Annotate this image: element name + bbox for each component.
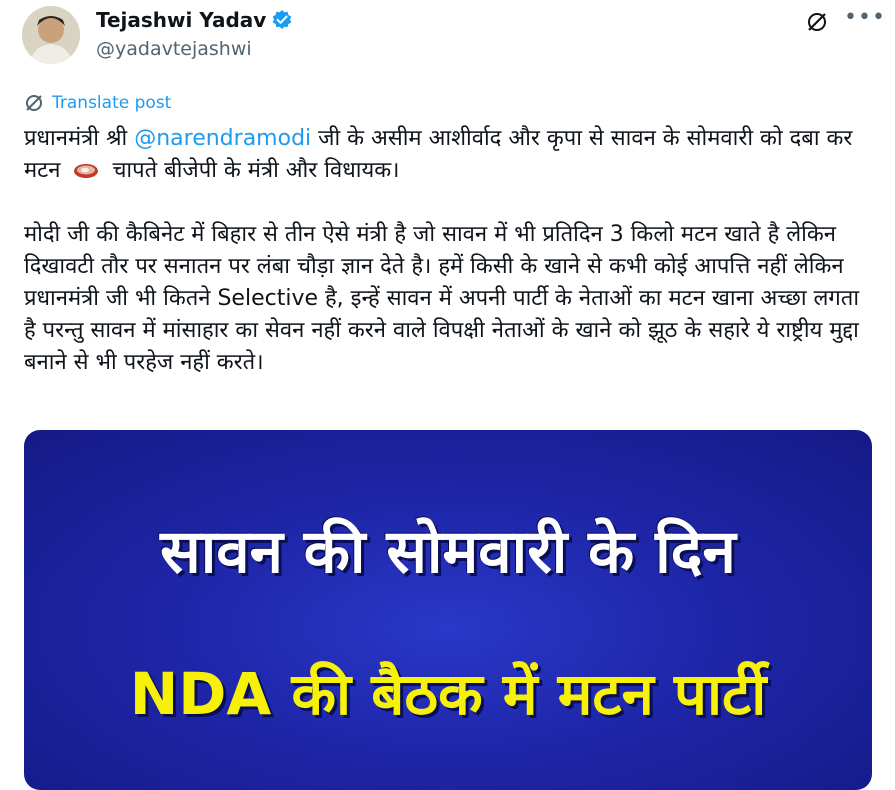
more-icon[interactable]: ••• — [844, 7, 885, 32]
translate-label: Translate post — [52, 93, 172, 113]
image-headline-line1: सावन की सोमवारी के दिन — [160, 517, 736, 587]
tweet-paragraph-2: मोदी जी की कैबिनेट में बिहार से तीन ऐसे … — [24, 222, 860, 375]
tweet-text-part: चापते बीजेपी के मंत्री और विधायक। — [105, 158, 400, 183]
avatar[interactable] — [22, 6, 80, 64]
mention-link[interactable]: @narendramodi — [134, 126, 311, 151]
tweet-text: प्रधानमंत्री श्री @narendramodi जी के अस… — [24, 123, 874, 379]
meat-emoji-icon — [73, 157, 99, 178]
post-header: Tejashwi Yadav @yadavtejashwi ••• — [0, 0, 895, 80]
tweet-paragraph-1: प्रधानमंत्री श्री @narendramodi जी के अस… — [24, 123, 874, 187]
name-row: Tejashwi Yadav — [96, 8, 293, 32]
display-name[interactable]: Tejashwi Yadav — [96, 8, 266, 32]
image-headline-line2: NDA की बैठक में मटन पार्टी — [129, 660, 767, 728]
grok-icon[interactable] — [805, 10, 829, 34]
user-handle[interactable]: @yadavtejashwi — [96, 38, 252, 60]
attached-image[interactable]: सावन की सोमवारी के दिन NDA की बैठक में म… — [24, 430, 872, 790]
translate-post-link[interactable]: Translate post — [24, 93, 171, 113]
tweet-text-part: प्रधानमंत्री श्री — [24, 126, 135, 151]
translate-icon — [26, 95, 42, 111]
verified-badge-icon — [271, 9, 293, 31]
